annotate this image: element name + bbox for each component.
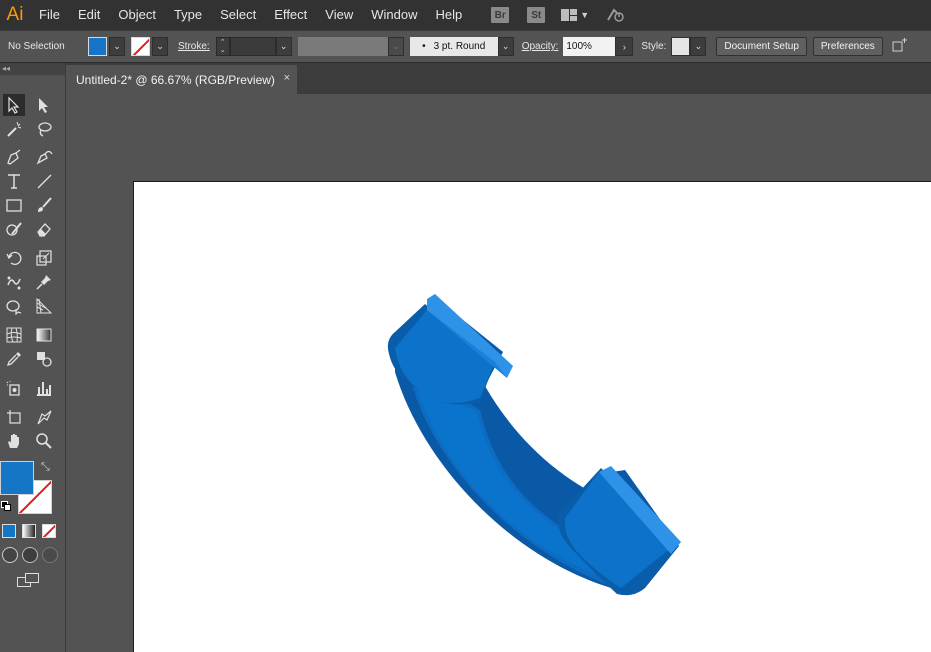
color-mode-icon[interactable] — [2, 524, 16, 538]
app-logo: Ai — [6, 4, 24, 25]
menu-effect[interactable]: Effect — [265, 0, 316, 30]
rectangle-tool-icon[interactable] — [3, 194, 25, 216]
brush-dropdown[interactable]: ⌄ — [497, 37, 514, 56]
workspace-switcher[interactable]: ▼ — [561, 9, 589, 21]
zoom-tool-icon[interactable] — [33, 430, 55, 452]
column-graph-tool-icon[interactable] — [33, 377, 55, 399]
menu-bar: Ai File Edit Object Type Select Effect V… — [0, 0, 931, 30]
mesh-tool-icon[interactable] — [3, 324, 25, 346]
workspace-grid-icon — [561, 9, 578, 21]
opacity-arrow[interactable]: › — [615, 37, 634, 56]
fill-color-box[interactable] — [0, 461, 34, 495]
bridge-icon[interactable]: Br — [491, 7, 510, 23]
chevron-down-icon: ▼ — [580, 10, 590, 20]
chevron-down-icon: ⌄ — [501, 41, 510, 51]
menu-type[interactable]: Type — [165, 0, 211, 30]
chevron-right-icon: › — [622, 41, 626, 52]
stroke-label[interactable]: Stroke: — [178, 41, 210, 52]
document-tab-title: Untitled-2* @ 66.67% (RGB/Preview) — [76, 72, 275, 87]
perspective-grid-tool-icon[interactable] — [33, 295, 55, 317]
gradient-tool-icon[interactable] — [33, 324, 55, 346]
sync-icon[interactable] — [605, 7, 625, 23]
menu-view[interactable]: View — [316, 0, 362, 30]
stroke-swatch[interactable] — [131, 37, 150, 56]
variable-width-profile[interactable] — [297, 37, 388, 56]
opacity-field[interactable]: 100% — [563, 37, 616, 56]
draw-behind-icon[interactable] — [22, 547, 38, 563]
type-tool-icon[interactable] — [3, 170, 25, 192]
arrange-documents-icon[interactable] — [891, 37, 909, 56]
shaper-tool-icon[interactable] — [3, 218, 25, 240]
direct-selection-tool-icon[interactable] — [33, 94, 55, 116]
curvature-tool-icon[interactable] — [33, 146, 55, 168]
chevron-down-icon: ⌄ — [279, 41, 288, 51]
menu-select[interactable]: Select — [211, 0, 265, 30]
selection-status: No Selection — [8, 41, 65, 52]
slice-tool-icon[interactable] — [33, 406, 55, 428]
menu-edit[interactable]: Edit — [69, 0, 109, 30]
draw-normal-icon[interactable] — [2, 547, 18, 563]
document-tab[interactable]: Untitled-2* @ 66.67% (RGB/Preview) × — [66, 65, 297, 94]
selection-tool-icon[interactable] — [3, 94, 25, 116]
tools-collapse[interactable]: ◂◂ — [0, 63, 65, 75]
shape-builder-tool-icon[interactable] — [3, 295, 25, 317]
lasso-tool-icon[interactable] — [33, 118, 55, 140]
brush-dot-icon: • — [422, 41, 426, 52]
chevron-down-icon: ⌄ — [156, 41, 164, 51]
pen-tool-icon[interactable] — [3, 146, 25, 168]
hand-tool-icon[interactable] — [3, 430, 25, 452]
stroke-color-dropdown[interactable]: ⌄ — [152, 37, 168, 56]
puppet-warp-tool-icon[interactable] — [3, 271, 25, 293]
eraser-tool-icon[interactable] — [33, 218, 55, 240]
none-mode-icon[interactable] — [42, 524, 56, 538]
draw-inside-icon[interactable] — [42, 547, 58, 563]
control-bar: No Selection ⌄ ⌄ Stroke: ⌃ ⌄ ⌄ ⌄ • 3 pt. … — [0, 30, 931, 63]
fill-swatch[interactable] — [88, 37, 107, 56]
line-segment-tool-icon[interactable] — [33, 170, 55, 192]
menu-file[interactable]: File — [30, 0, 69, 30]
fill-dropdown[interactable]: ⌄ — [109, 37, 125, 56]
artboard-tool-icon[interactable] — [3, 406, 25, 428]
brush-label: 3 pt. Round — [433, 41, 486, 52]
paintbrush-tool-icon[interactable] — [33, 194, 55, 216]
stock-icon[interactable]: St — [527, 7, 546, 23]
menu-object[interactable]: Object — [109, 0, 165, 30]
chevron-down-icon: ⌄ — [113, 41, 121, 51]
stroke-weight-stepper[interactable]: ⌃ ⌄ — [215, 37, 230, 56]
eyedropper-tool-icon[interactable] — [3, 348, 25, 370]
stroke-weight-dropdown[interactable]: ⌄ — [275, 37, 292, 56]
magic-wand-tool-icon[interactable] — [3, 118, 25, 140]
chevron-down-icon: ⌄ — [694, 41, 703, 51]
pin-tool-icon[interactable] — [33, 271, 55, 293]
graphic-style-swatch[interactable] — [671, 37, 691, 56]
default-colors-icon[interactable] — [1, 501, 11, 511]
tools-panel: ◂◂ ⤡ — [0, 63, 66, 652]
brush-definition[interactable]: • 3 pt. Round — [409, 37, 498, 56]
blend-tool-icon[interactable] — [33, 348, 55, 370]
phone-handset-artwork[interactable] — [385, 292, 685, 602]
style-dropdown[interactable]: ⌄ — [690, 37, 707, 56]
symbol-sprayer-tool-icon[interactable] — [3, 377, 25, 399]
style-label: Style: — [641, 41, 667, 52]
profile-dropdown[interactable]: ⌄ — [387, 37, 404, 56]
gradient-mode-icon[interactable] — [22, 524, 36, 538]
menu-help[interactable]: Help — [426, 0, 471, 30]
scale-tool-icon[interactable] — [33, 247, 55, 269]
opacity-label[interactable]: Opacity: — [522, 41, 559, 52]
screen-mode-icon[interactable] — [17, 573, 41, 589]
close-icon[interactable]: × — [284, 72, 290, 84]
document-setup-button[interactable]: Document Setup — [716, 37, 807, 56]
swap-fill-stroke-icon[interactable]: ⤡ — [41, 461, 50, 474]
preferences-button[interactable]: Preferences — [812, 37, 883, 56]
document-tab-bar: Untitled-2* @ 66.67% (RGB/Preview) × — [66, 63, 931, 94]
stroke-weight-field[interactable] — [229, 37, 276, 56]
rotate-tool-icon[interactable] — [3, 247, 25, 269]
menu-window[interactable]: Window — [362, 0, 426, 30]
chevron-down-icon: ⌄ — [391, 41, 400, 51]
